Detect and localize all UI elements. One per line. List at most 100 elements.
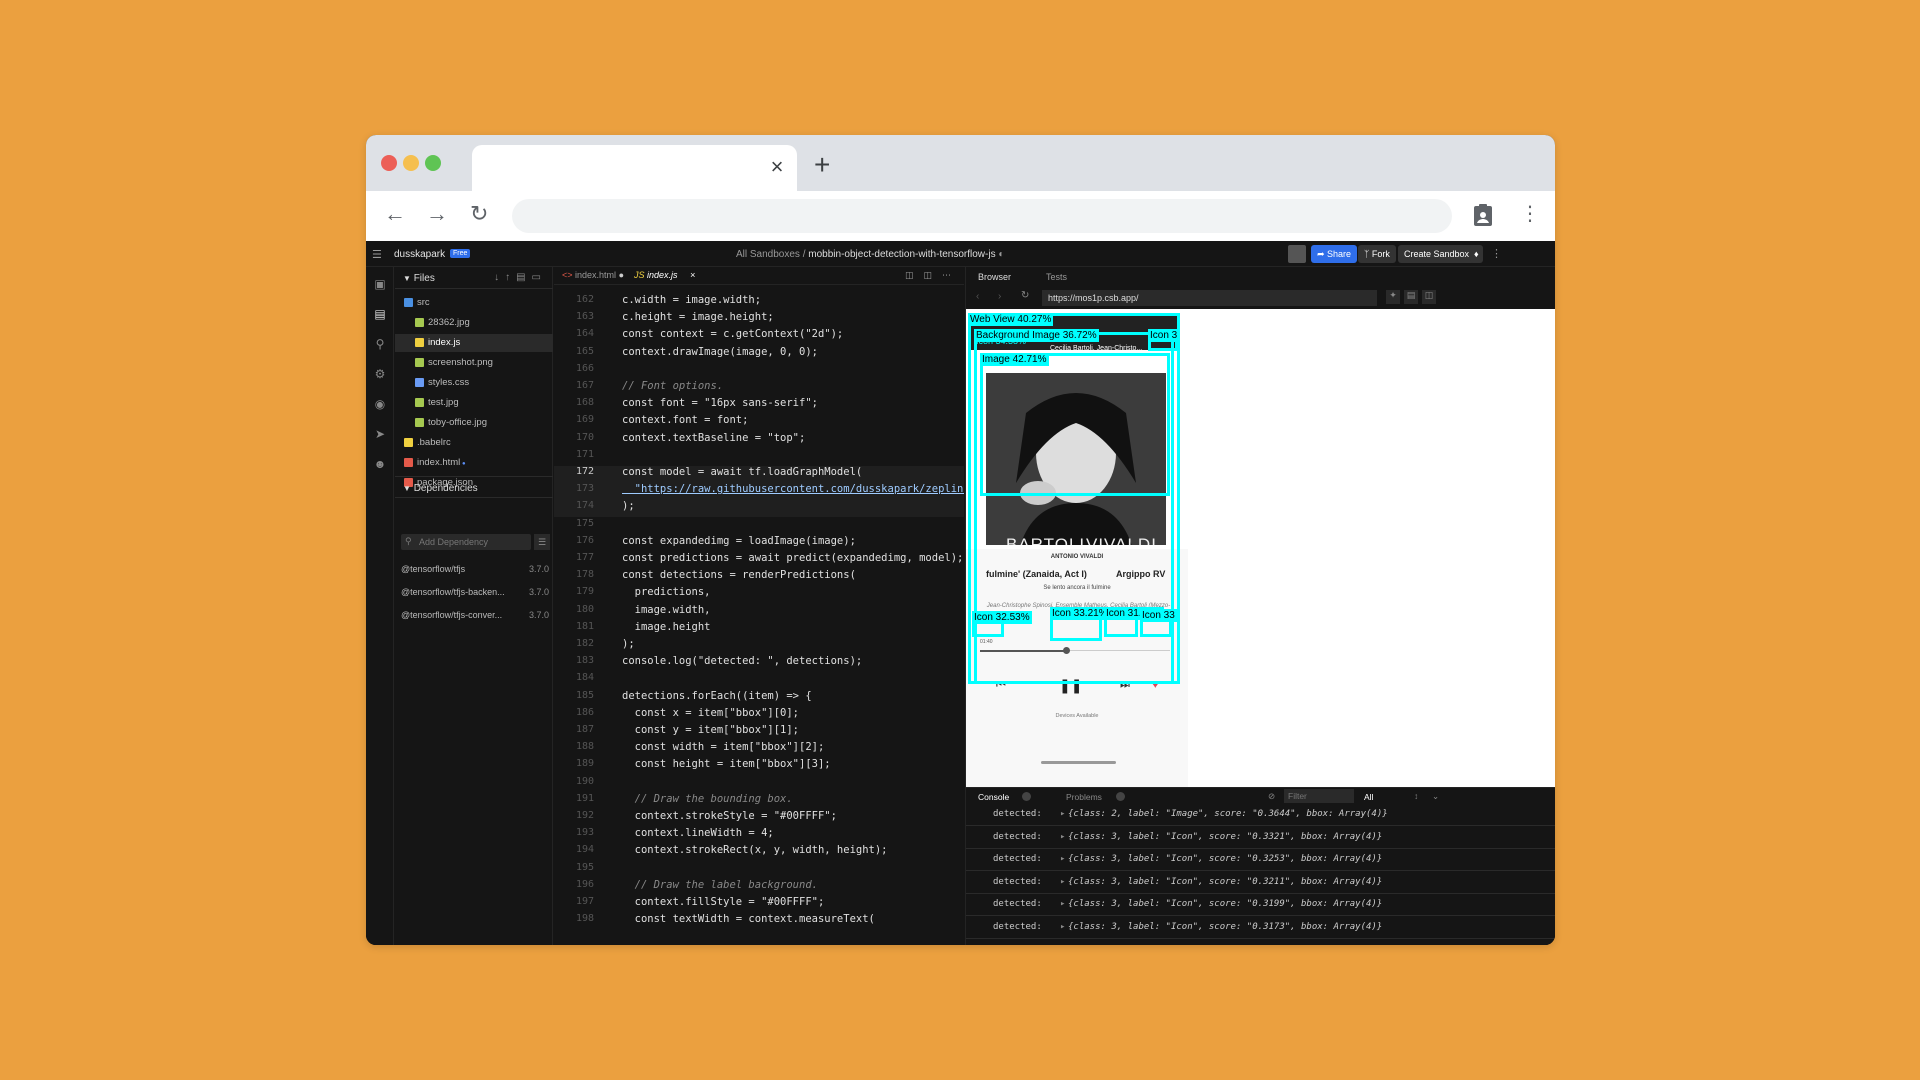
console-row[interactable]: detected: ▸ {class: 3, label: "Icon", scor… [966,894,1555,916]
file-actions-icon[interactable]: ↓↑▤▭ [494,272,547,283]
expand-icon[interactable]: ▸ [1060,809,1065,819]
users-icon[interactable]: ☻ [372,457,388,473]
file-tree-item[interactable]: .babelrc [395,434,553,452]
dependency-item[interactable]: @tensorflow/tfjs 3.7.0 [401,564,549,574]
plan-badge: Free [450,249,471,258]
dependency-item[interactable]: @tensorflow/tfjs-backen... 3.7.0 [401,587,549,597]
expand-icon[interactable]: ▸ [1060,922,1065,932]
expand-icon[interactable]: ▸ [1060,877,1065,887]
open-window-icon[interactable]: ◫ [1422,290,1436,304]
sandbox-name[interactable]: mobbin-object-detection-with-tensorflow-… [808,249,995,260]
console-row[interactable]: detected: ▸ {class: 2, label: "Image", sco… [966,804,1555,826]
forward-icon[interactable]: › [998,291,1001,302]
code-line: 197 context.fillStyle = "#00FFFF"; [554,896,964,913]
files-section-header[interactable]: ▼ Files ↓↑▤▭ [395,267,553,289]
file-tree-item[interactable]: styles.css [395,374,553,392]
file-icon[interactable]: ▤ [372,307,388,323]
console-filter-input[interactable]: Filter [1284,789,1354,803]
github-icon[interactable]: ◉ [372,397,388,413]
copy-icon[interactable]: ▤ [1404,290,1418,304]
username[interactable]: dusskapark [394,249,445,260]
dependencies-section-header[interactable]: ▼ Dependencies [395,476,553,498]
more-vert-icon[interactable]: ⋮ [1520,201,1540,226]
detection-label-icon-a: Icon 34.38% [976,336,1027,346]
maximize-window-button[interactable] [425,155,441,171]
code-text: // Draw the label background. [622,878,818,891]
hamburger-icon[interactable]: ☰ [372,248,382,261]
console-row[interactable]: detected: ▸ {class: 3, label: "Icon", scor… [966,872,1555,894]
search-icon[interactable]: ⚲ [372,337,388,353]
line-number: 198 [575,913,594,925]
cube-icon[interactable]: ▣ [372,277,388,293]
rocket-icon[interactable]: ➤ [372,427,388,443]
tab-problems[interactable]: Problems [1066,792,1102,802]
tab-browser[interactable]: Browser [978,272,1011,282]
reload-icon[interactable]: ↻ [1021,290,1029,301]
preview-url-input[interactable]: https://mos1p.csb.app/ [1042,290,1377,306]
code-text: const expandedimg = loadImage(image); [622,534,856,547]
code-text: const x = item["bbox"][0]; [622,706,800,719]
share-button[interactable]: ➦ Share [1311,245,1358,263]
search-icon: ⚲ [405,536,412,546]
split-view-icon[interactable]: ◫◫⋯ [905,270,961,281]
detection-label-image: Image 42.71% [980,353,1049,366]
tab-tests[interactable]: Tests [1046,272,1067,282]
breadcrumb-root[interactable]: All Sandboxes [736,249,800,260]
tab-close-icon[interactable]: × [765,154,789,180]
line-number: 165 [575,345,594,357]
line-number: 167 [575,380,594,391]
file-tree-item[interactable]: toby-office.jpg [395,414,553,432]
address-bar[interactable] [512,199,1452,233]
file-tree-item[interactable]: index.js [395,334,553,352]
line-number: 192 [575,810,594,821]
back-icon[interactable]: ← [384,201,406,227]
close-window-button[interactable] [381,155,397,171]
create-sandbox-button[interactable]: Create Sandbox [1398,245,1476,263]
file-tree-item[interactable]: src [395,294,553,312]
bell-icon[interactable]: ♦ [1470,245,1483,263]
list-icon[interactable]: ☰ [534,534,550,550]
code-line: 174); [554,500,964,518]
tab-index-html[interactable]: <> index.html ● [562,270,624,280]
console-row[interactable]: detected: ▸ {class: 3, label: "Icon", scor… [966,827,1555,849]
dependency-item[interactable]: @tensorflow/tfjs-conver... 3.7.0 [401,610,549,620]
chevron-down-icon[interactable]: ⌄ [1432,791,1439,802]
more-icon[interactable]: ⋮ [1491,247,1502,260]
add-dependency-input[interactable]: ⚲ Add Dependency [401,534,531,550]
gear-icon[interactable]: ⚙ [372,367,388,383]
console-row[interactable]: detected: ▸ {class: 3, label: "Icon", scor… [966,917,1555,939]
tab-console[interactable]: Console [978,792,1009,802]
new-tab-button[interactable]: + [814,149,830,181]
expand-icon[interactable]: ▸ [1060,854,1065,864]
browser-toolbar: ← → ↻ ⋮ [366,191,1555,241]
line-number: 171 [575,448,594,460]
code-area[interactable]: 162 c.width = image.width; 163 c.height = i… [554,285,964,945]
browser-window: × + ← → ↻ ⋮ ☰ dusskapark Free All Sandbo… [366,135,1555,945]
sort-icon[interactable]: ↕ [1414,791,1418,801]
fork-label: Fork [1371,249,1390,259]
file-tree-label: index.js [428,337,461,348]
avatar[interactable] [1288,245,1306,263]
target-icon[interactable]: ✦ [1386,290,1400,304]
line-number: 182 [575,638,594,649]
console-row[interactable]: detected: ▸ {class: 3, label: "Icon", scor… [966,849,1555,871]
clipboard-icon[interactable] [1472,203,1494,227]
reload-icon[interactable]: ↻ [470,201,488,227]
tab-index-js[interactable]: JS index.js × [634,270,695,280]
expand-icon[interactable]: ▸ [1060,832,1065,842]
code-line: 175 [554,518,964,535]
file-tree-item[interactable]: 28362.jpg [395,314,553,332]
detection-label-icon-f: Icon 33 [1140,609,1177,622]
expand-icon[interactable]: ▸ [1060,899,1065,909]
fork-button[interactable]: ᛉ Fork [1358,245,1396,263]
forward-icon[interactable]: → [426,201,448,227]
minimize-window-button[interactable] [403,155,419,171]
code-line: 186 const x = item["bbox"][0]; [554,707,964,724]
clear-icon[interactable]: ⊘ [1268,791,1275,802]
file-tree-item[interactable]: index.html ● [395,454,553,472]
file-tree-item[interactable]: screenshot.png [395,354,553,372]
back-icon[interactable]: ‹ [976,291,979,302]
file-tree-item[interactable]: test.jpg [395,394,553,412]
browser-tab[interactable]: × [472,145,797,191]
log-level-select[interactable]: All [1364,792,1373,802]
